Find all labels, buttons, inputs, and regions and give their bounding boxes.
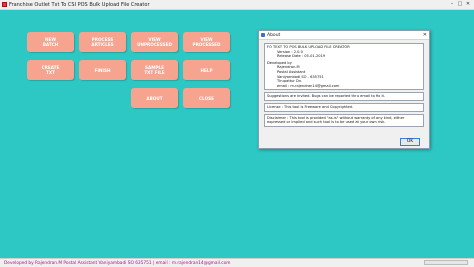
suggestions-box: Suggestions are invited. Bugs can be rep…: [264, 92, 424, 101]
maximize-icon[interactable]: □: [456, 1, 464, 7]
suggestions-text: Suggestions are invited. Bugs can be rep…: [267, 94, 385, 99]
about-dialog: About ✕ FO TEXT TO POS BULK UPLOAD FILE …: [258, 30, 430, 149]
developer-email: email : m.rajendran14@gmail.com: [277, 83, 340, 88]
license-box: License : This tool is Freeware and Copy…: [264, 102, 424, 112]
close-button[interactable]: CLOSE: [183, 88, 230, 108]
close-icon[interactable]: ✕: [464, 1, 472, 7]
view-processed-button[interactable]: VIEW PROCESSED: [183, 32, 230, 52]
app-info-box: FO TEXT TO POS BULK UPLOAD FILE CREATOR …: [264, 43, 424, 91]
status-progress-bar: [424, 260, 468, 265]
window-title: Franchise Outlet Txt To CSI POS Bulk Upl…: [9, 1, 150, 8]
license-text: License : This tool is Freeware and Copy…: [267, 104, 354, 109]
info-icon: [261, 33, 265, 37]
about-dialog-title: About: [267, 32, 281, 38]
minimize-icon[interactable]: –: [448, 1, 456, 7]
about-dialog-body: FO TEXT TO POS BULK UPLOAD FILE CREATOR …: [264, 43, 424, 129]
create-txt-button[interactable]: CREATE TXT: [27, 60, 74, 80]
disclaimer-text: Disclaimer : This tool is provided "as-i…: [267, 115, 405, 125]
help-button[interactable]: HELP: [183, 60, 230, 80]
status-text: Developed by Rajendran.M Postal Assistan…: [4, 260, 231, 266]
view-unprocessed-button[interactable]: VIEW UNPROCESSED: [131, 32, 178, 52]
window-controls: – □ ✕: [448, 1, 472, 7]
sample-txt-file-button[interactable]: SAMPLE TXT FILE: [131, 60, 178, 80]
app-icon: [2, 2, 7, 7]
disclaimer-box: Disclaimer : This tool is provided "as-i…: [264, 113, 424, 127]
about-button[interactable]: ABOUT: [131, 88, 178, 108]
process-articles-button[interactable]: PROCESS ARTICLES: [79, 32, 126, 52]
new-batch-button[interactable]: NEW BATCH: [27, 32, 74, 52]
ok-button[interactable]: OK: [400, 138, 420, 146]
window-titlebar: Franchise Outlet Txt To CSI POS Bulk Upl…: [0, 0, 474, 10]
dialog-close-icon[interactable]: ✕: [423, 31, 427, 39]
finish-button[interactable]: FINISH: [79, 60, 126, 80]
about-dialog-titlebar: About ✕: [259, 31, 429, 40]
